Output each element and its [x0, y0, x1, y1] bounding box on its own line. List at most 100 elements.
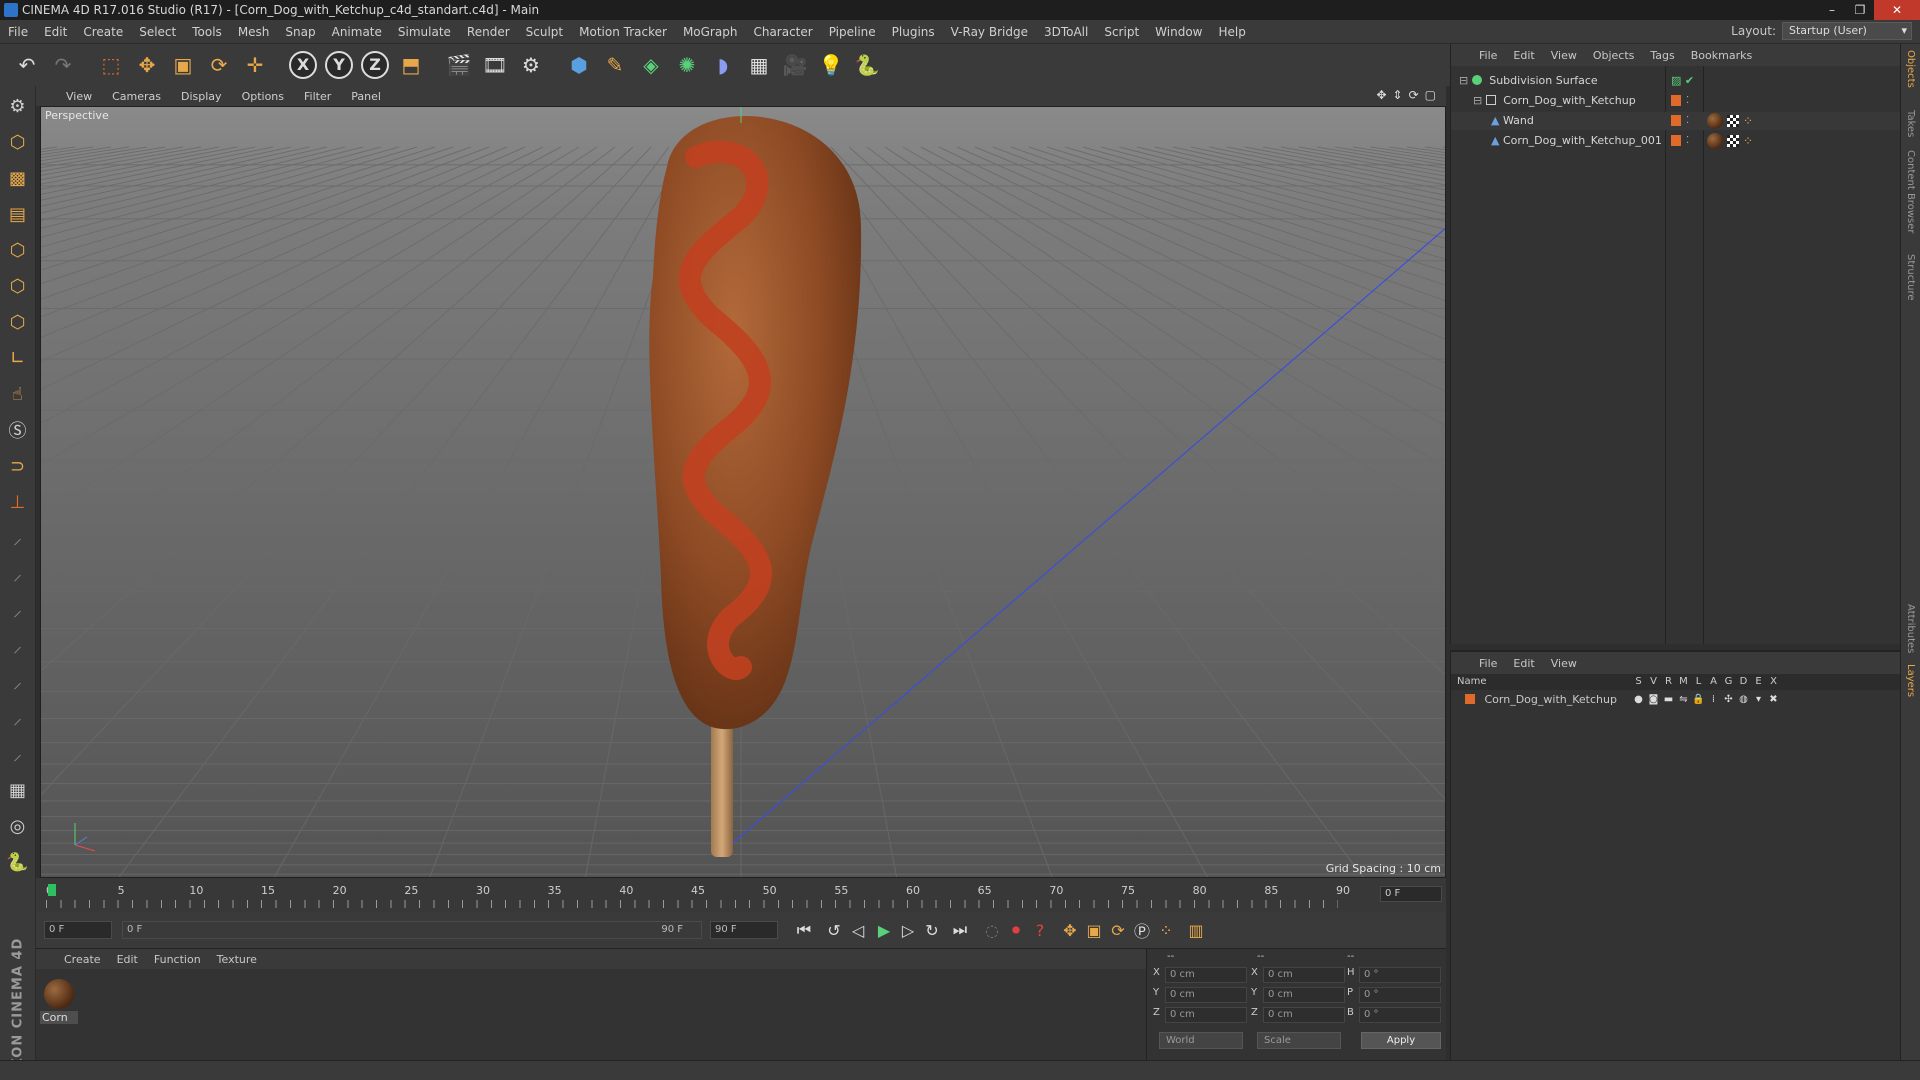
- rotation-field[interactable]: 0 °: [1359, 1007, 1441, 1023]
- visibility-dots[interactable]: ⁚: [1686, 132, 1689, 150]
- menu-character[interactable]: Character: [745, 25, 820, 39]
- om-objects-menu[interactable]: Objects: [1585, 49, 1643, 62]
- python-icon[interactable]: 🐍: [850, 48, 884, 82]
- polygons-mode-icon[interactable]: ⬡: [2, 306, 34, 338]
- sculpt-smooth-icon[interactable]: ⸝: [2, 558, 34, 590]
- object-row-wand[interactable]: ▲ Wand ⁚ ⁘: [1451, 112, 1901, 130]
- coordinate-system-icon[interactable]: ⬒: [394, 48, 428, 82]
- menu-file[interactable]: File: [0, 25, 36, 39]
- material-name[interactable]: Corn: [40, 1011, 78, 1024]
- keyframe-selection-icon[interactable]: ?: [1026, 916, 1054, 944]
- layer-col-header[interactable]: D: [1736, 674, 1751, 690]
- layer-col-header[interactable]: X: [1766, 674, 1781, 690]
- render-view-icon[interactable]: 🎬: [442, 48, 476, 82]
- python-script-icon[interactable]: 🐍: [2, 846, 34, 878]
- menu-motion-tracker[interactable]: Motion Tracker: [571, 25, 675, 39]
- transform-icon[interactable]: ✛: [238, 48, 272, 82]
- layer-col-header[interactable]: G: [1721, 674, 1736, 690]
- menu-snap[interactable]: Snap: [277, 25, 323, 39]
- menu-window[interactable]: Window: [1147, 25, 1210, 39]
- playhead[interactable]: [48, 884, 56, 896]
- viewport-menu-display[interactable]: Display: [171, 90, 232, 103]
- menu-animate[interactable]: Animate: [324, 25, 390, 39]
- xref-flag-icon[interactable]: ✖: [1766, 692, 1781, 708]
- timeline-ruler[interactable]: 051015202530354045505560657075808590 0 F: [36, 878, 1446, 912]
- mm-create-menu[interactable]: Create: [56, 953, 109, 966]
- undo-icon[interactable]: ↶: [10, 48, 44, 82]
- menu-mesh[interactable]: Mesh: [230, 25, 278, 39]
- layer-color-swatch[interactable]: [1671, 135, 1681, 146]
- material-tag-icon[interactable]: [1707, 133, 1723, 149]
- om-view-menu[interactable]: View: [1543, 49, 1585, 62]
- visibility-check-icon[interactable]: ▨ ✔: [1671, 72, 1694, 90]
- viewport-menu-view[interactable]: View: [56, 90, 102, 103]
- menu-render[interactable]: Render: [459, 25, 518, 39]
- position-field[interactable]: 0 cm: [1165, 1007, 1247, 1023]
- uvw-tag-icon[interactable]: [1727, 115, 1739, 127]
- layout-dropdown[interactable]: Startup (User): [1782, 22, 1912, 40]
- goto-end-icon[interactable]: ⏭: [946, 916, 974, 944]
- deformer-flag-icon[interactable]: ◍: [1736, 692, 1751, 708]
- lock-flag-icon[interactable]: 🔒: [1691, 692, 1706, 708]
- expression-flag-icon[interactable]: ▾: [1751, 692, 1766, 708]
- object-row-corn-dog-with-ketchup[interactable]: ⊟ Corn_Dog_with_Ketchup ⁚: [1451, 92, 1901, 110]
- points-mode-icon[interactable]: ⬡: [2, 234, 34, 266]
- lm-file-menu[interactable]: File: [1471, 657, 1505, 670]
- model-mode-icon[interactable]: ⬡: [2, 126, 34, 158]
- menu-help[interactable]: Help: [1210, 25, 1253, 39]
- cube-object-icon[interactable]: ⬢: [562, 48, 596, 82]
- layer-col-header[interactable]: E: [1751, 674, 1766, 690]
- om-bookmarks-menu[interactable]: Bookmarks: [1683, 49, 1760, 62]
- sculpt-pull-icon[interactable]: ⸝: [2, 522, 34, 554]
- sculpt-grab-icon[interactable]: ⸝: [2, 594, 34, 626]
- layer-flags[interactable]: ● ◙ ▬ ⇋ 🔒 ⁞ ✣ ◍ ▾ ✖: [1631, 692, 1781, 708]
- selection-tag-icon[interactable]: ⁘: [1743, 132, 1753, 150]
- visibility-dots[interactable]: ⁚: [1686, 92, 1689, 110]
- z-axis-lock-icon[interactable]: Z: [358, 48, 392, 82]
- position-field[interactable]: 0 cm: [1165, 967, 1247, 983]
- om-file-menu[interactable]: File: [1471, 49, 1505, 62]
- move-icon[interactable]: ✥: [130, 48, 164, 82]
- magnet-icon[interactable]: ⊃: [2, 450, 34, 482]
- y-axis-lock-icon[interactable]: Y: [322, 48, 356, 82]
- light-icon[interactable]: 💡: [814, 48, 848, 82]
- camera-icon[interactable]: 🎥: [778, 48, 812, 82]
- uvw-tag-icon[interactable]: [1727, 135, 1739, 147]
- view-flag-icon[interactable]: ◙: [1646, 692, 1661, 708]
- apply-button[interactable]: Apply: [1361, 1032, 1441, 1049]
- layer-col-header[interactable]: A: [1706, 674, 1721, 690]
- render-picture-viewer-icon[interactable]: 🎞: [478, 48, 512, 82]
- layer-color-swatch[interactable]: [1671, 115, 1681, 126]
- sculpt-inflate-icon[interactable]: ⸝: [2, 666, 34, 698]
- texture-mode-icon[interactable]: ▩: [2, 162, 34, 194]
- deformer-icon[interactable]: ◗: [706, 48, 740, 82]
- mm-edit-menu[interactable]: Edit: [109, 953, 146, 966]
- generator-flag-icon[interactable]: ✣: [1721, 692, 1736, 708]
- coord-transform-dropdown[interactable]: Scale: [1257, 1032, 1341, 1049]
- 3d-viewport[interactable]: Perspective Grid Spacing : 10 cm: [40, 106, 1446, 878]
- pan-icon[interactable]: ✥: [1376, 88, 1386, 102]
- menu-3dtoall[interactable]: 3DToAll: [1036, 25, 1096, 39]
- key-pla-icon[interactable]: ⁘: [1152, 916, 1180, 944]
- om-edit-menu[interactable]: Edit: [1505, 49, 1542, 62]
- size-field[interactable]: 0 cm: [1263, 967, 1345, 983]
- menu-select[interactable]: Select: [131, 25, 184, 39]
- subdivision-generator-icon[interactable]: ◈: [634, 48, 668, 82]
- layer-col-header[interactable]: M: [1676, 674, 1691, 690]
- sculpt-pinch-icon[interactable]: ⸝: [2, 630, 34, 662]
- lm-edit-menu[interactable]: Edit: [1505, 657, 1542, 670]
- menu-simulate[interactable]: Simulate: [390, 25, 459, 39]
- viewport-menu-cameras[interactable]: Cameras: [102, 90, 171, 103]
- manager-flag-icon[interactable]: ⇋: [1676, 692, 1691, 708]
- object-row-subdivision-surface[interactable]: ⊟ Subdivision Surface ▨ ✔: [1451, 72, 1901, 90]
- pen-spline-icon[interactable]: ✎: [598, 48, 632, 82]
- sculpt-mirror-icon[interactable]: ◎: [2, 810, 34, 842]
- menu-pipeline[interactable]: Pipeline: [821, 25, 884, 39]
- visibility-dots[interactable]: ⁚: [1686, 112, 1689, 130]
- mograph-cloner-icon[interactable]: ✺: [670, 48, 704, 82]
- x-axis-lock-icon[interactable]: X: [286, 48, 320, 82]
- sculpt-mask-icon[interactable]: ⸝: [2, 738, 34, 770]
- render-settings-icon[interactable]: ⚙: [514, 48, 548, 82]
- dolly-icon[interactable]: ⇕: [1393, 88, 1403, 102]
- axis-mode-icon[interactable]: ∟: [2, 342, 34, 374]
